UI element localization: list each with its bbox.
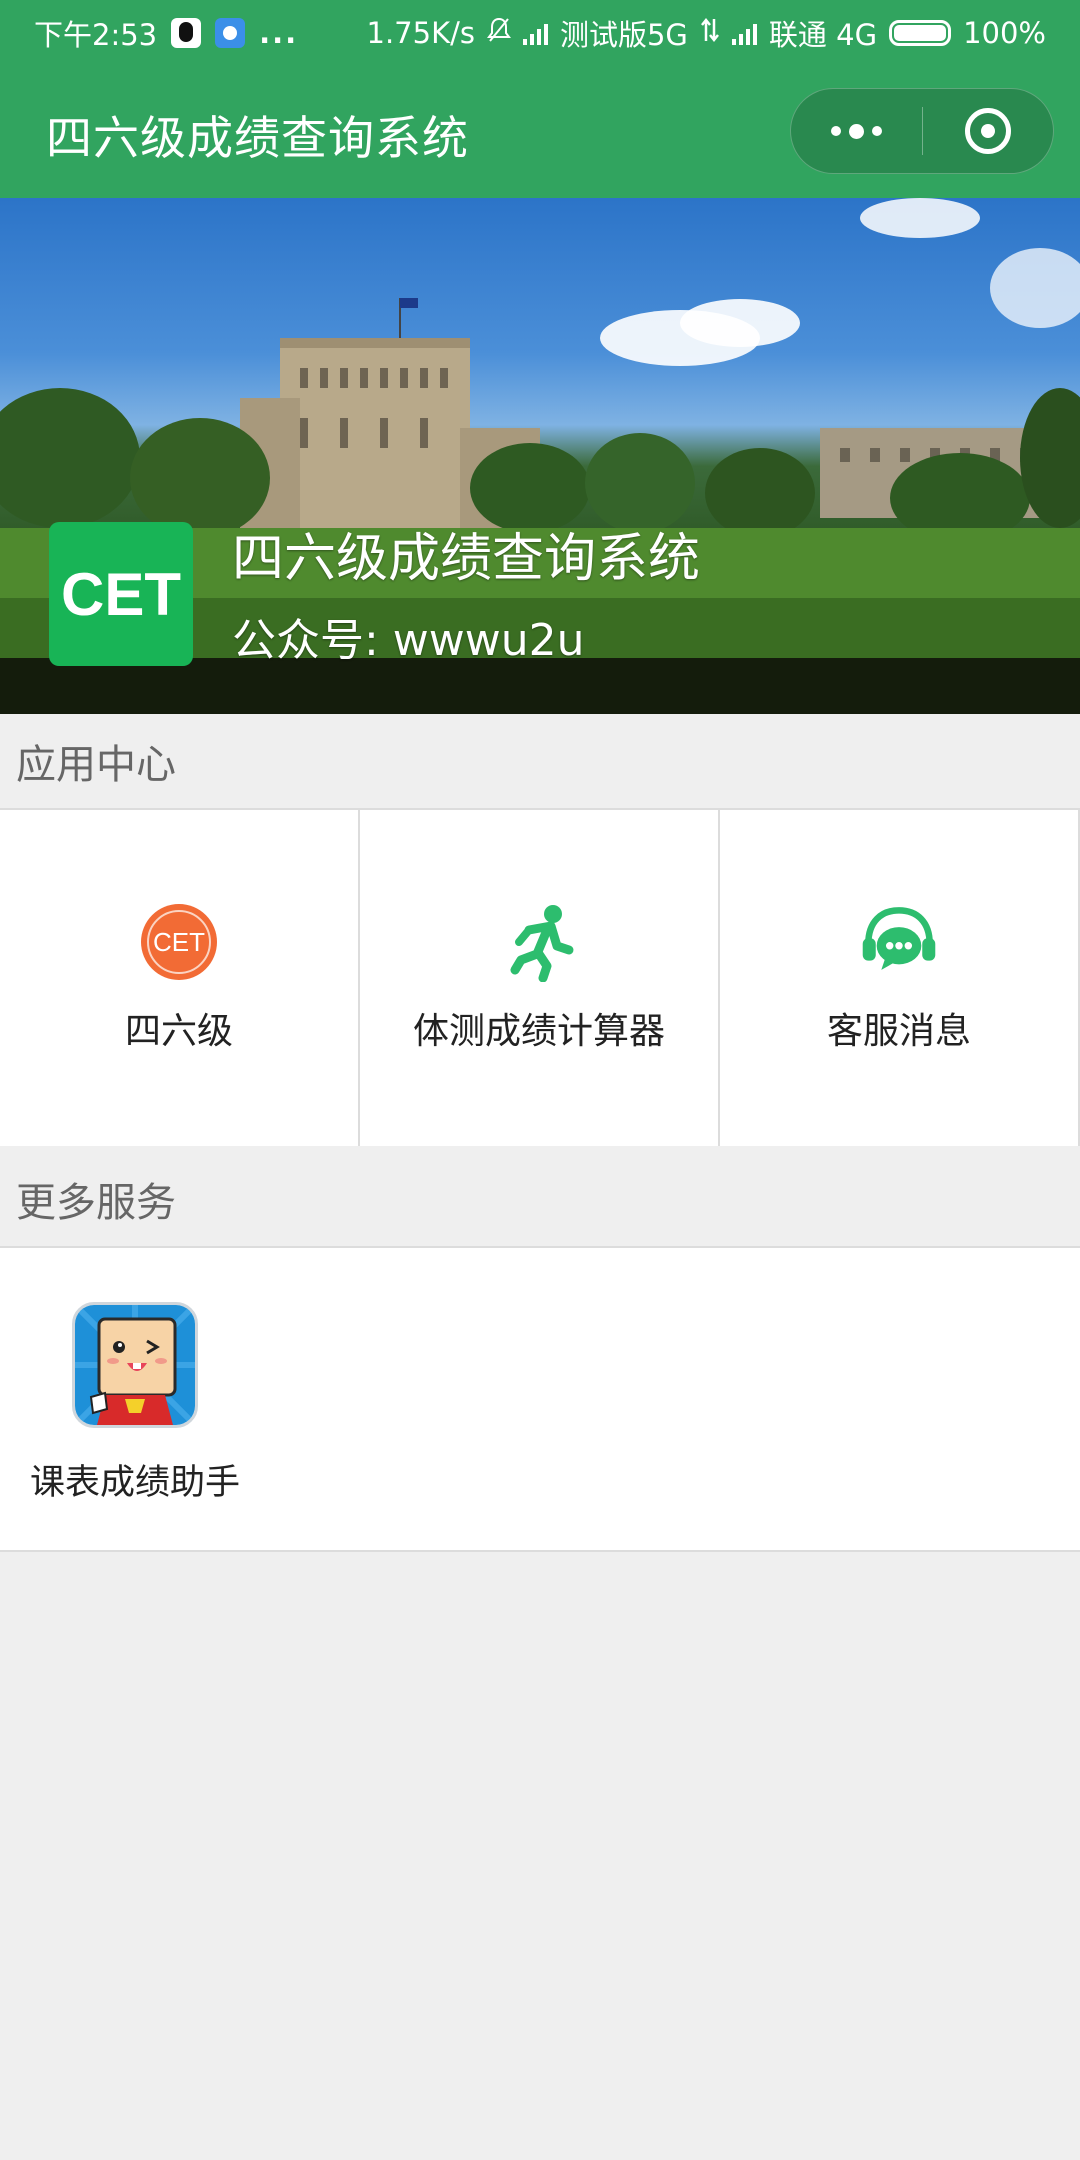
app-customer-service[interactable]: 客服消息 — [720, 810, 1080, 1146]
status-more: ... — [259, 16, 299, 50]
signal-icon — [522, 21, 548, 45]
service-schedule-assistant[interactable]: 课表成绩助手 — [20, 1302, 250, 1522]
more-icon[interactable] — [791, 88, 922, 174]
app-fitness-calculator[interactable]: 体测成绩计算器 — [360, 810, 720, 1146]
status-time: 下午2:53 — [34, 18, 158, 52]
browser-icon — [215, 18, 246, 48]
qq-icon — [171, 18, 202, 48]
status-bar: 下午2:53 ... 1.75K/s 测试版5G 联通 4G 100% — [0, 0, 1080, 66]
app-label: 体测成绩计算器 — [412, 1011, 665, 1052]
carrier-1: 测试版5G — [559, 18, 688, 52]
more-services-header: 更多服务 — [0, 1152, 1080, 1248]
carrier-2: 联通 4G — [768, 18, 878, 52]
cet-badge-icon: CET — [139, 902, 219, 982]
more-services-list: 课表成绩助手 — [0, 1248, 1080, 1552]
app-label: 四六级 — [124, 1011, 233, 1052]
svg-text:CET: CET — [153, 927, 205, 957]
mute-icon — [486, 16, 511, 50]
network-speed: 1.75K/s — [366, 16, 475, 50]
app-label: 客服消息 — [826, 1011, 971, 1052]
data-transfer-icon — [700, 16, 720, 50]
battery-percent: 100% — [963, 16, 1046, 50]
signal-icon-2 — [731, 21, 757, 45]
app-cet[interactable]: CET 四六级 — [0, 810, 360, 1146]
running-person-icon — [499, 902, 579, 982]
nav-bar: 四六级成绩查询系统 — [0, 66, 1080, 198]
page: 下午2:53 ... 1.75K/s 测试版5G 联通 4G 100% 四六级成… — [0, 0, 1080, 2160]
cet-logo: CET — [49, 522, 193, 666]
mascot-icon — [72, 1302, 198, 1428]
service-label: 课表成绩助手 — [29, 1463, 240, 1503]
banner-subtitle: 公众号: wwwu2u — [232, 615, 585, 666]
page-title: 四六级成绩查询系统 — [46, 111, 469, 165]
close-miniprogram-icon[interactable] — [923, 88, 1053, 174]
banner-title: 四六级成绩查询系统 — [232, 529, 701, 589]
banner: CET 四六级成绩查询系统 公众号: wwwu2u — [0, 198, 1080, 714]
app-center-header: 应用中心 — [0, 714, 1080, 810]
miniprogram-capsule — [790, 88, 1054, 174]
headset-chat-icon — [859, 902, 939, 982]
battery-icon — [889, 20, 952, 46]
app-center-grid: CET 四六级 体测成绩计算器 客服消息 — [0, 810, 1080, 1146]
